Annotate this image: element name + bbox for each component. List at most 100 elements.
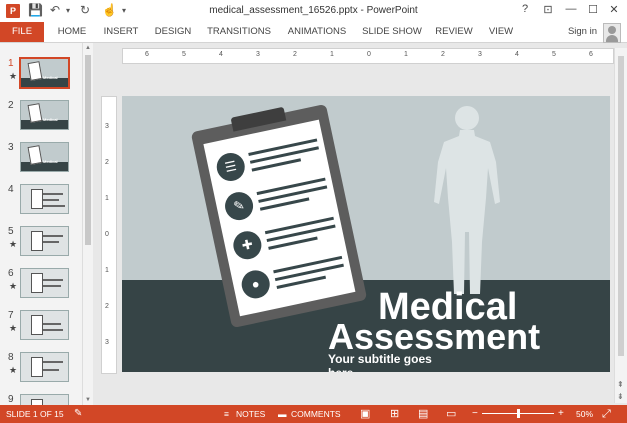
zoom-slider-thumb[interactable] bbox=[517, 409, 520, 418]
normal-view-icon[interactable]: ▣ bbox=[360, 405, 370, 423]
sign-in-link[interactable]: Sign in bbox=[568, 22, 597, 42]
ruler-tick: 6 bbox=[145, 51, 149, 58]
animation-star-icon: ★ bbox=[9, 281, 18, 291]
ruler-tick: 1 bbox=[105, 267, 109, 274]
slide-thumbnail-3[interactable]: 3 Medical bbox=[0, 142, 82, 182]
help-button[interactable]: ? bbox=[517, 3, 533, 15]
zoom-level[interactable]: 50% bbox=[576, 405, 593, 423]
ribbon-display-button[interactable]: ⊡ bbox=[540, 3, 556, 16]
touch-mode-icon[interactable]: ☝ bbox=[102, 3, 117, 17]
slide-thumbnail-2[interactable]: 2 Medical bbox=[0, 100, 82, 140]
clipboard-paper: ☰ ✎ ✚ ● bbox=[203, 119, 356, 317]
slide-number: 7 bbox=[8, 310, 14, 321]
editor-scrollbar[interactable]: ⇞ ⇟ bbox=[614, 48, 627, 403]
ruler-tick: 1 bbox=[330, 51, 334, 58]
comments-button[interactable]: COMMENTS bbox=[291, 405, 341, 423]
ruler-tick: 3 bbox=[256, 51, 260, 58]
tab-file[interactable]: FILE bbox=[0, 22, 44, 42]
thumbnail-image: Medical bbox=[19, 57, 70, 89]
tab-slide-show[interactable]: SLIDE SHOW bbox=[360, 22, 424, 42]
slide-thumbnail-9[interactable]: 9 bbox=[0, 394, 82, 405]
ruler-tick: 3 bbox=[105, 339, 109, 346]
thumbnail-image bbox=[20, 310, 69, 340]
tab-design[interactable]: DESIGN bbox=[150, 22, 196, 42]
zoom-in-icon[interactable]: + bbox=[558, 405, 564, 423]
ruler-tick: 2 bbox=[441, 51, 445, 58]
tab-insert[interactable]: INSERT bbox=[98, 22, 144, 42]
notes-icon[interactable]: ≡ bbox=[224, 405, 229, 423]
status-bar: SLIDE 1 OF 15 ✎ ≡ NOTES ▬ COMMENTS ▣ ⊞ ▤… bbox=[0, 405, 627, 423]
ruler-tick: 0 bbox=[367, 51, 371, 58]
ruler-tick: 2 bbox=[105, 303, 109, 310]
bandage-icon: ✚ bbox=[230, 228, 264, 262]
slide-number: 4 bbox=[8, 184, 14, 195]
slide-counter: SLIDE 1 OF 15 bbox=[6, 409, 64, 419]
title-bar: P 💾 ↶ ▾ ↻ ☝ ▾ medical_assessment_16526.p… bbox=[0, 0, 627, 22]
ruler-tick: 1 bbox=[105, 195, 109, 202]
maximize-button[interactable]: ☐ bbox=[585, 3, 601, 16]
tab-transitions[interactable]: TRANSITIONS bbox=[204, 22, 274, 42]
ruler-tick: 4 bbox=[515, 51, 519, 58]
save-icon[interactable]: 💾 bbox=[28, 3, 43, 17]
thumbnail-image bbox=[20, 352, 69, 382]
syringe-icon: ✎ bbox=[222, 189, 256, 223]
slide-show-icon[interactable]: ▭ bbox=[446, 405, 456, 423]
scrollbar-thumb[interactable] bbox=[618, 56, 624, 356]
ruler-tick: 2 bbox=[105, 159, 109, 166]
slide-sorter-icon[interactable]: ⊞ bbox=[390, 405, 399, 423]
comments-icon[interactable]: ▬ bbox=[278, 405, 287, 423]
scroll-up-icon[interactable]: ▲ bbox=[83, 45, 93, 51]
slide-number: 3 bbox=[8, 142, 14, 153]
clipboard-list-icon: ☰ bbox=[214, 150, 248, 184]
ruler-tick: 5 bbox=[552, 51, 556, 58]
scrollbar-thumb[interactable] bbox=[85, 55, 91, 245]
tab-view[interactable]: VIEW bbox=[484, 22, 518, 42]
thumbnail-image bbox=[20, 226, 69, 256]
thumbnail-image: Medical bbox=[20, 100, 69, 130]
tab-animations[interactable]: ANIMATIONS bbox=[282, 22, 352, 42]
slide-thumbnail-5[interactable]: 5 ★ bbox=[0, 226, 82, 266]
fit-to-window-icon[interactable]: ⤢ bbox=[602, 405, 611, 423]
slide-thumbnail-8[interactable]: 8 ★ bbox=[0, 352, 82, 392]
human-silhouette-icon bbox=[434, 106, 500, 294]
animation-star-icon: ★ bbox=[9, 365, 18, 375]
slide-thumbnail-pane: 1 ★ Medical 2 Medical 3 Medical 4 5 ★ 6 … bbox=[0, 43, 82, 405]
scroll-down-icon[interactable]: ▼ bbox=[83, 397, 93, 403]
undo-dropdown-icon[interactable]: ▾ bbox=[66, 6, 70, 15]
slide-subtitle[interactable]: Your subtitle goes here bbox=[328, 352, 458, 372]
ruler-tick: 3 bbox=[478, 51, 482, 58]
horizontal-ruler: 6 5 4 3 2 1 0 1 2 3 4 5 6 bbox=[122, 48, 614, 64]
slide-number: 9 bbox=[8, 394, 14, 405]
redo-icon[interactable]: ↻ bbox=[80, 3, 90, 17]
thumbnail-scrollbar[interactable]: ▲ ▼ bbox=[82, 43, 93, 405]
customize-toolbar-icon[interactable]: ▾ bbox=[122, 6, 126, 15]
avatar[interactable] bbox=[603, 23, 621, 43]
ruler-tick: 0 bbox=[105, 231, 109, 238]
slide-canvas[interactable]: ☰ ✎ ✚ ● Medical Assessment Your subtitle… bbox=[122, 96, 610, 372]
notes-button[interactable]: NOTES bbox=[236, 405, 265, 423]
next-slide-icon[interactable]: ⇟ bbox=[617, 392, 624, 401]
thumbnail-image: Medical bbox=[20, 142, 69, 172]
slide-thumbnail-6[interactable]: 6 ★ bbox=[0, 268, 82, 308]
animation-star-icon: ★ bbox=[9, 71, 18, 81]
slide-title-line-2[interactable]: Assessment bbox=[328, 318, 540, 356]
zoom-out-icon[interactable]: − bbox=[472, 405, 478, 423]
ruler-tick: 3 bbox=[105, 123, 109, 130]
minimize-button[interactable]: — bbox=[563, 3, 579, 15]
thumbnail-image bbox=[20, 184, 69, 214]
previous-slide-icon[interactable]: ⇞ bbox=[617, 380, 624, 389]
ruler-tick: 2 bbox=[293, 51, 297, 58]
ruler-tick: 6 bbox=[589, 51, 593, 58]
slide-thumbnail-1[interactable]: 1 ★ Medical bbox=[0, 57, 82, 98]
reading-view-icon[interactable]: ▤ bbox=[418, 405, 428, 423]
slide-thumbnail-4[interactable]: 4 bbox=[0, 184, 82, 224]
thumbnail-image bbox=[20, 394, 69, 405]
slide-thumbnail-7[interactable]: 7 ★ bbox=[0, 310, 82, 350]
tab-review[interactable]: REVIEW bbox=[432, 22, 476, 42]
slide-number: 8 bbox=[8, 352, 14, 363]
tab-home[interactable]: HOME bbox=[52, 22, 92, 42]
spell-check-icon[interactable]: ✎ bbox=[74, 405, 82, 423]
ruler-tick: 4 bbox=[219, 51, 223, 58]
undo-icon[interactable]: ↶ bbox=[50, 3, 60, 17]
close-button[interactable]: ✕ bbox=[606, 3, 622, 16]
